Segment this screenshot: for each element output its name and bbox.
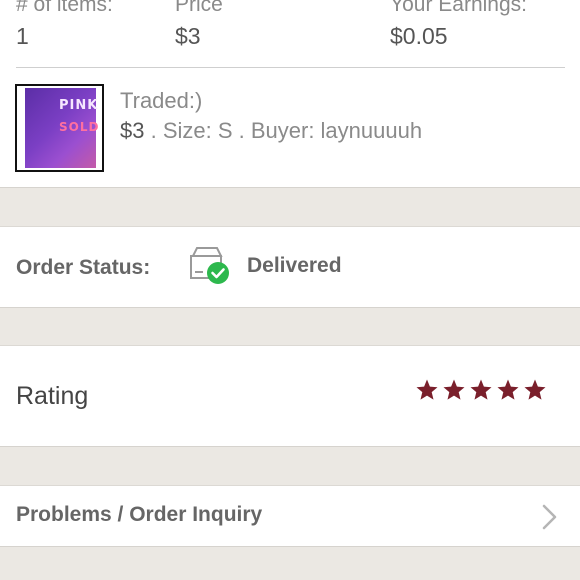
item-title[interactable]: Traded:) [120,88,202,114]
star-icon [524,379,546,400]
rating-card: Rating [0,345,580,447]
item-price: $3 [120,118,145,143]
divider [16,67,565,68]
thumbnail-text-sold: SOLD [59,120,100,134]
earnings-value: $0.05 [390,23,448,49]
earnings-header: Your Earnings: [390,0,527,16]
order-summary-row: # of items: 1 Price $3 Your Earnings: $0… [0,0,580,54]
order-status-value: Delivered [247,254,342,277]
package-delivered-icon [190,247,229,284]
thumbnail-text-pink: PINK [59,98,99,113]
star-icon [497,379,519,400]
star-icon [416,379,438,400]
star-rating [415,378,550,402]
item-photo: PINK SOLD [25,88,100,168]
chevron-right-icon [542,504,557,530]
price-header: Price [175,0,223,16]
problems-order-inquiry-label: Problems / Order Inquiry [16,503,263,526]
items-count-value: 1 [16,23,29,49]
star-icon [443,379,465,400]
order-status-card: Order Status: Delivered [0,226,580,308]
rating-label: Rating [16,382,89,410]
price-column: Price $3 [175,0,223,50]
star-icon [470,379,492,400]
price-value: $3 [175,23,201,49]
item-thumbnail[interactable]: PINK SOLD [15,84,104,172]
problems-order-inquiry-row[interactable]: Problems / Order Inquiry [0,485,580,547]
items-count-header: # of items: [16,0,113,16]
item-meta: $3 . Size: S . Buyer: laynuuuuh [120,118,422,144]
item-details: . Size: S . Buyer: laynuuuuh [144,118,423,143]
order-summary-card: # of items: 1 Price $3 Your Earnings: $0… [0,0,580,188]
items-count-column: # of items: 1 [16,0,113,50]
earnings-column: Your Earnings: $0.05 [390,0,527,50]
order-status-label: Order Status: [16,256,151,279]
